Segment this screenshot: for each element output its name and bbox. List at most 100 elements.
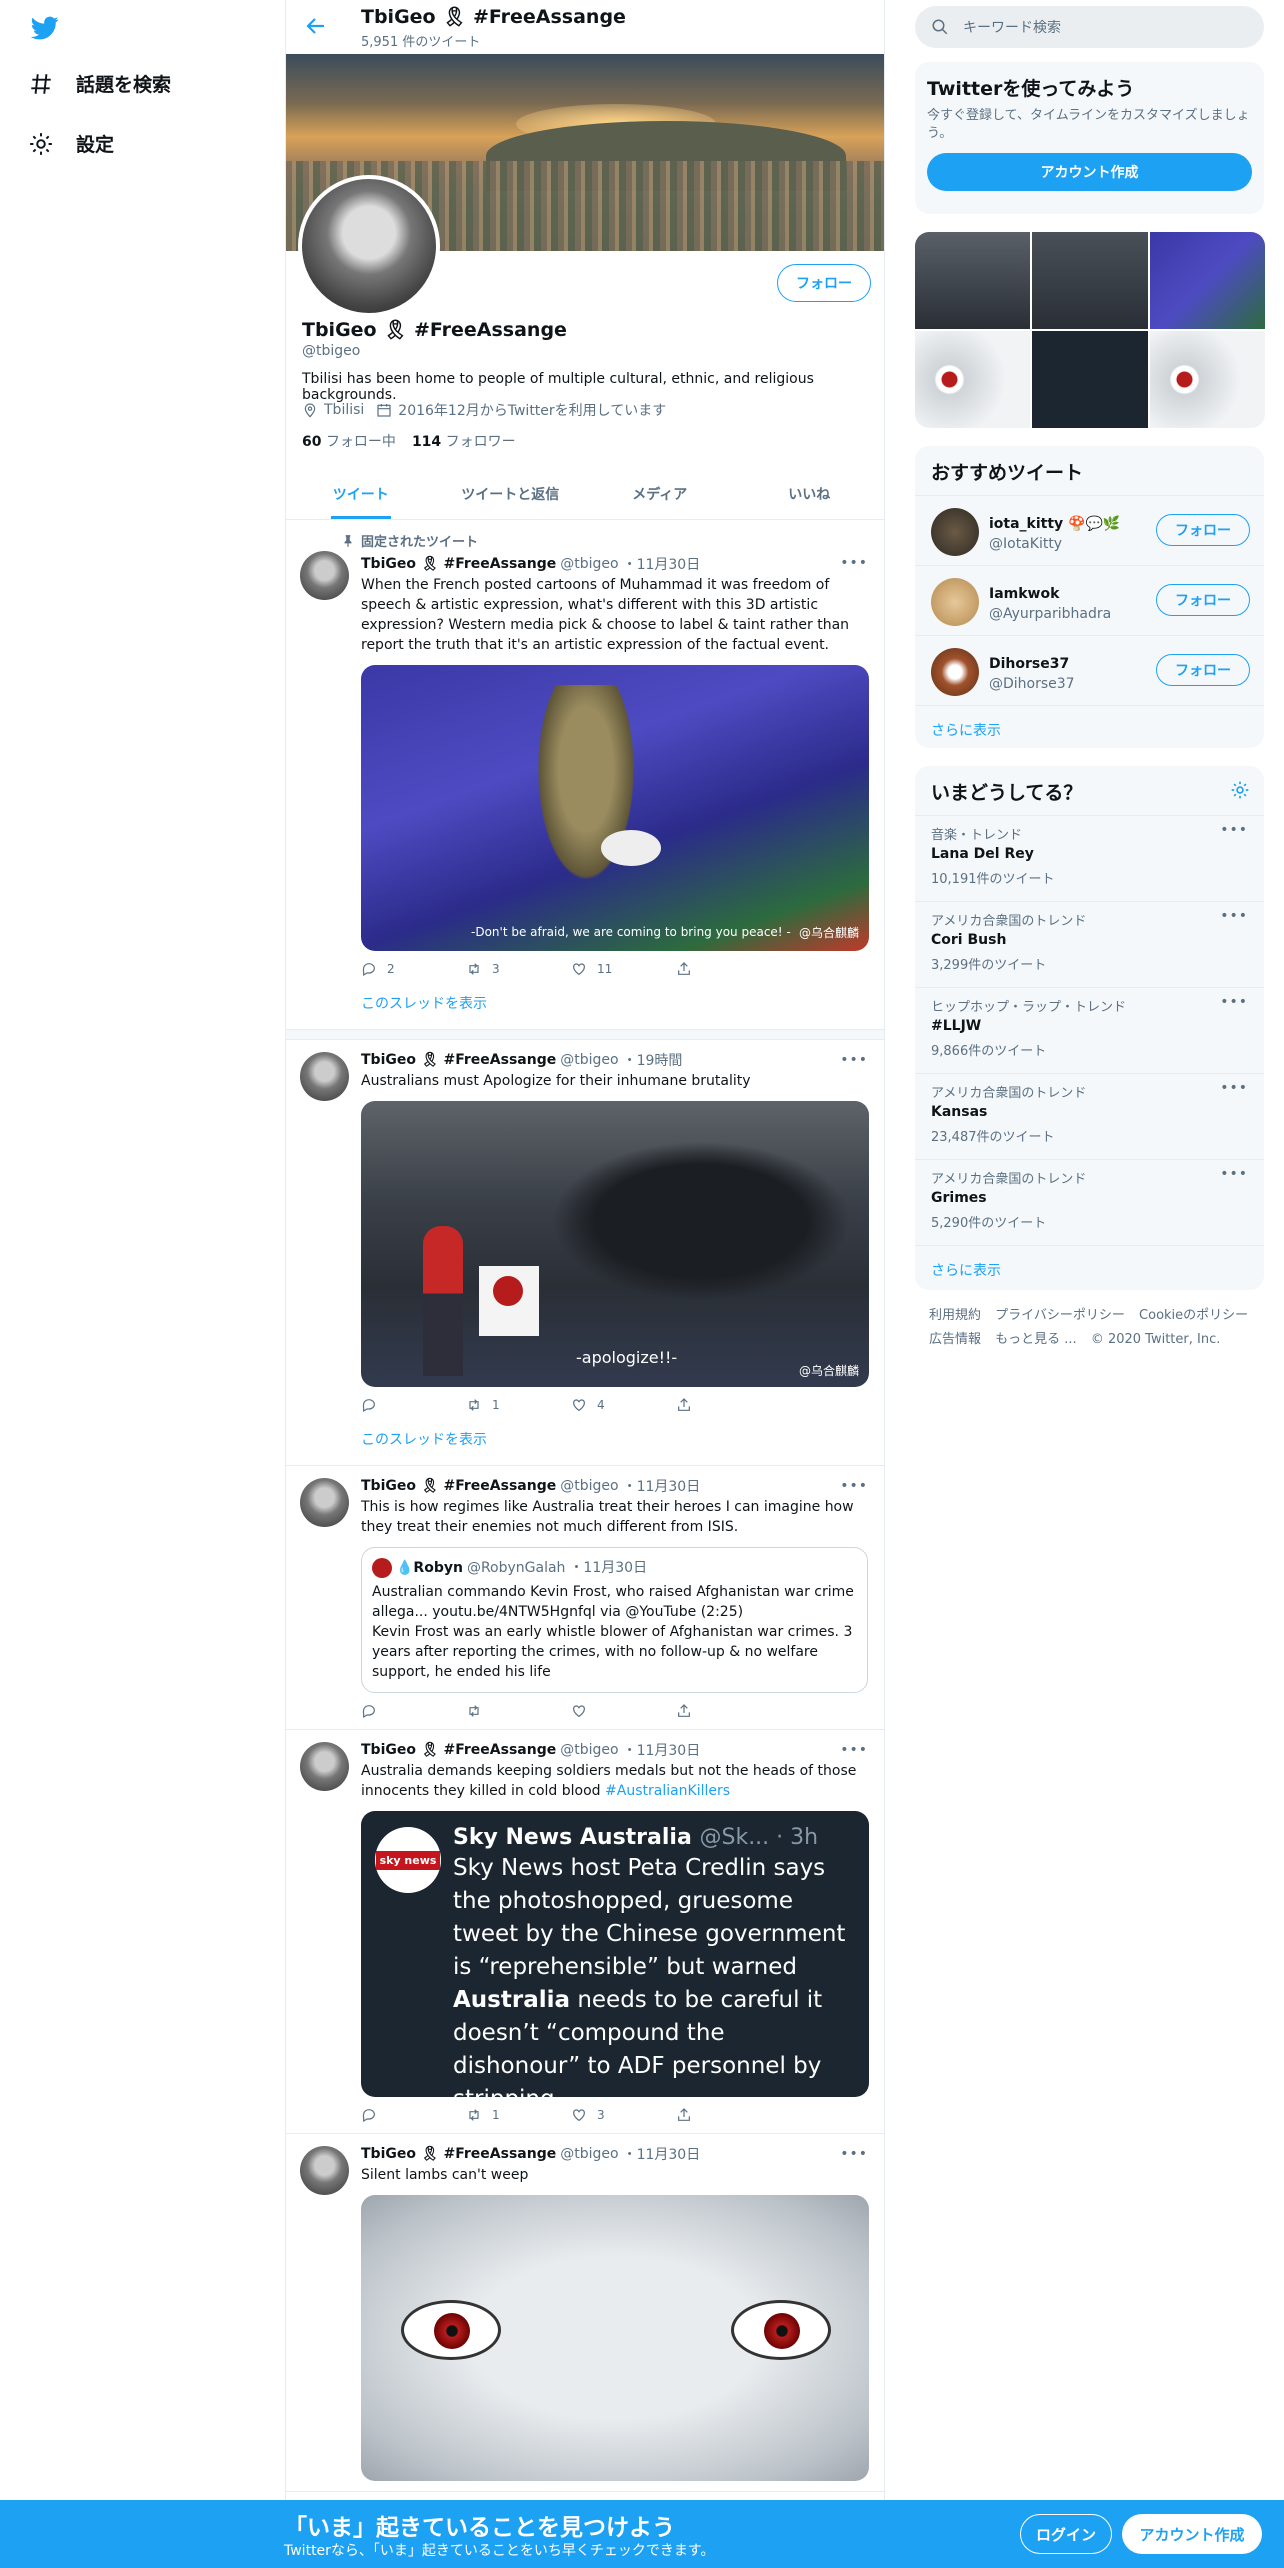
rec-item[interactable]: Dihorse37 @Dihorse37 フォロー <box>915 635 1264 705</box>
tweet-time[interactable]: ・11月30日 <box>623 1476 701 1496</box>
tweet-author-name[interactable]: TbiGeo 🎗 #FreeAssange <box>361 1742 556 1758</box>
tweet-image[interactable]: sky news Sky News Australia @Sk... · 3h … <box>361 1811 869 2097</box>
tweet-time[interactable]: ・19時間 <box>623 1050 683 1070</box>
tab-likes[interactable]: いいね <box>735 468 885 519</box>
footer-link[interactable]: 広告情報 <box>929 1332 981 1347</box>
trend-item[interactable]: ••• アメリカ合衆国のトレンド Kansas 23,487件のツイート <box>915 1073 1264 1159</box>
tweet-image[interactable]: -Don't be afraid, we are coming to bring… <box>361 665 869 951</box>
avatar[interactable] <box>300 1052 349 1101</box>
followers-link[interactable]: 114 フォロワー <box>412 431 516 451</box>
more-options-icon[interactable]: ••• <box>1220 1080 1248 1096</box>
more-options-icon[interactable]: ••• <box>1220 994 1248 1010</box>
follow-button[interactable]: フォロー <box>1156 654 1250 686</box>
avatar[interactable] <box>300 1478 349 1527</box>
tweet-author-name[interactable]: TbiGeo 🎗 #FreeAssange <box>361 2146 556 2162</box>
nav-settings[interactable]: 設定 <box>28 130 114 157</box>
more-options-icon[interactable]: ••• <box>840 1052 868 1068</box>
follow-button[interactable]: フォロー <box>777 264 871 302</box>
create-account-button[interactable]: アカウント作成 <box>927 153 1252 191</box>
tweet-time[interactable]: ・11月30日 <box>623 554 701 574</box>
avatar[interactable] <box>931 578 979 626</box>
retweet-button[interactable]: 1 <box>466 2107 571 2123</box>
share-button[interactable] <box>676 961 781 977</box>
rec-item[interactable]: Iamkwok @Ayurparibhadra フォロー <box>915 565 1264 635</box>
more-options-icon[interactable]: ••• <box>840 555 868 571</box>
follow-button[interactable]: フォロー <box>1156 584 1250 616</box>
quoted-tweet[interactable]: 💧Robyn @RobynGalah ・11月30日 Australian comm… <box>361 1547 868 1693</box>
follow-button[interactable]: フォロー <box>1156 514 1250 546</box>
trend-item[interactable]: ••• アメリカ合衆国のトレンド Grimes 5,290件のツイート <box>915 1159 1264 1245</box>
reply-button[interactable] <box>361 1397 466 1413</box>
rec-item[interactable]: iota_kitty 🍄💬🌿 @IotaKitty フォロー <box>915 495 1264 565</box>
share-button[interactable] <box>676 1703 781 1719</box>
footer-link[interactable]: もっと見る ... <box>995 1332 1077 1347</box>
tweet-time[interactable]: ・11月30日 <box>623 2144 701 2164</box>
media-thumbnail[interactable] <box>1032 331 1148 428</box>
share-button[interactable] <box>676 1397 781 1413</box>
reply-button[interactable] <box>361 2107 466 2123</box>
twitter-logo-icon[interactable] <box>28 14 62 42</box>
media-thumbnail[interactable] <box>1149 232 1265 329</box>
tweet-author-name[interactable]: TbiGeo 🎗 #FreeAssange <box>361 1478 556 1494</box>
hashtag-link[interactable]: #AustralianKillers <box>605 1783 730 1799</box>
tweet[interactable]: 固定されたツイート TbiGeo 🎗 #FreeAssange @tbigeo ・1… <box>286 521 884 1030</box>
tweet[interactable]: TbiGeo 🎗 #FreeAssange @tbigeo ・11月30日 ••• … <box>286 1730 884 2134</box>
tweet-image[interactable]: -apologize!!- @乌合麒麟 <box>361 1101 869 1387</box>
more-options-icon[interactable]: ••• <box>840 1742 868 1758</box>
show-thread-link[interactable]: このスレッドを表示 <box>361 1429 868 1449</box>
more-options-icon[interactable]: ••• <box>1220 908 1248 924</box>
avatar[interactable] <box>931 648 979 696</box>
tweet-author-handle[interactable]: @tbigeo <box>560 1742 618 1758</box>
trend-item[interactable]: ••• アメリカ合衆国のトレンド Cori Bush 3,299件のツイート <box>915 901 1264 987</box>
reply-button[interactable]: 2 <box>361 961 466 977</box>
tweet[interactable]: TbiGeo 🎗 #FreeAssange @tbigeo ・11月30日 ••• … <box>286 1466 884 1730</box>
tweet-author-name[interactable]: TbiGeo 🎗 #FreeAssange <box>361 1052 556 1068</box>
login-button[interactable]: ログイン <box>1020 2514 1112 2554</box>
profile-avatar[interactable] <box>298 175 440 317</box>
tweet-author-name[interactable]: TbiGeo 🎗 #FreeAssange <box>361 556 556 572</box>
trend-item[interactable]: ••• ヒップホップ・ラップ・トレンド #LLJW 9,866件のツイート <box>915 987 1264 1073</box>
show-thread-link[interactable]: このスレッドを表示 <box>361 993 868 1013</box>
footer-link[interactable]: 利用規約 <box>929 1308 981 1323</box>
recs-show-more[interactable]: さらに表示 <box>915 705 1264 748</box>
more-options-icon[interactable]: ••• <box>840 1478 868 1494</box>
tab-tweets-replies[interactable]: ツイートと返信 <box>436 468 586 519</box>
tweet[interactable]: TbiGeo 🎗 #FreeAssange @tbigeo ・19時間 ••• Au… <box>286 1040 884 1466</box>
footer-link[interactable]: プライバシーポリシー <box>995 1308 1125 1323</box>
tweet-time[interactable]: ・11月30日 <box>623 1740 701 1760</box>
more-options-icon[interactable]: ••• <box>1220 822 1248 838</box>
gear-icon[interactable] <box>1230 780 1250 800</box>
reply-button[interactable] <box>361 1703 466 1719</box>
following-link[interactable]: 60 フォロー中 <box>302 431 396 451</box>
footer-link[interactable]: Cookieのポリシー <box>1139 1308 1248 1323</box>
more-options-icon[interactable]: ••• <box>1220 1166 1248 1182</box>
share-button[interactable] <box>676 2107 781 2123</box>
signup-button[interactable]: アカウント作成 <box>1122 2514 1262 2554</box>
tab-tweets[interactable]: ツイート <box>286 468 436 519</box>
retweet-button[interactable]: 3 <box>466 961 571 977</box>
more-options-icon[interactable]: ••• <box>840 2146 868 2162</box>
like-button[interactable]: 3 <box>571 2107 676 2123</box>
tweet-author-handle[interactable]: @tbigeo <box>560 2146 618 2162</box>
back-arrow-icon[interactable] <box>304 14 328 38</box>
avatar[interactable] <box>300 1742 349 1791</box>
nav-explore[interactable]: 話題を検索 <box>28 70 171 97</box>
like-button[interactable]: 11 <box>571 961 676 977</box>
media-thumbnail[interactable] <box>1032 232 1148 329</box>
avatar[interactable] <box>300 551 349 600</box>
media-thumbnail[interactable] <box>1149 331 1265 428</box>
tweet-image[interactable] <box>361 2195 869 2481</box>
retweet-button[interactable]: 1 <box>466 1397 571 1413</box>
media-thumbnail[interactable] <box>915 232 1031 329</box>
avatar[interactable] <box>931 508 979 556</box>
media-thumbnail[interactable] <box>915 331 1031 428</box>
tweet-author-handle[interactable]: @tbigeo <box>560 1052 618 1068</box>
like-button[interactable]: 4 <box>571 1397 676 1413</box>
retweet-button[interactable] <box>466 1703 571 1719</box>
trends-show-more[interactable]: さらに表示 <box>915 1245 1264 1290</box>
avatar[interactable] <box>300 2146 349 2195</box>
tab-media[interactable]: メディア <box>585 468 735 519</box>
tweet-author-handle[interactable]: @tbigeo <box>560 556 618 572</box>
like-button[interactable] <box>571 1703 676 1719</box>
tweet-author-handle[interactable]: @tbigeo <box>560 1478 618 1494</box>
